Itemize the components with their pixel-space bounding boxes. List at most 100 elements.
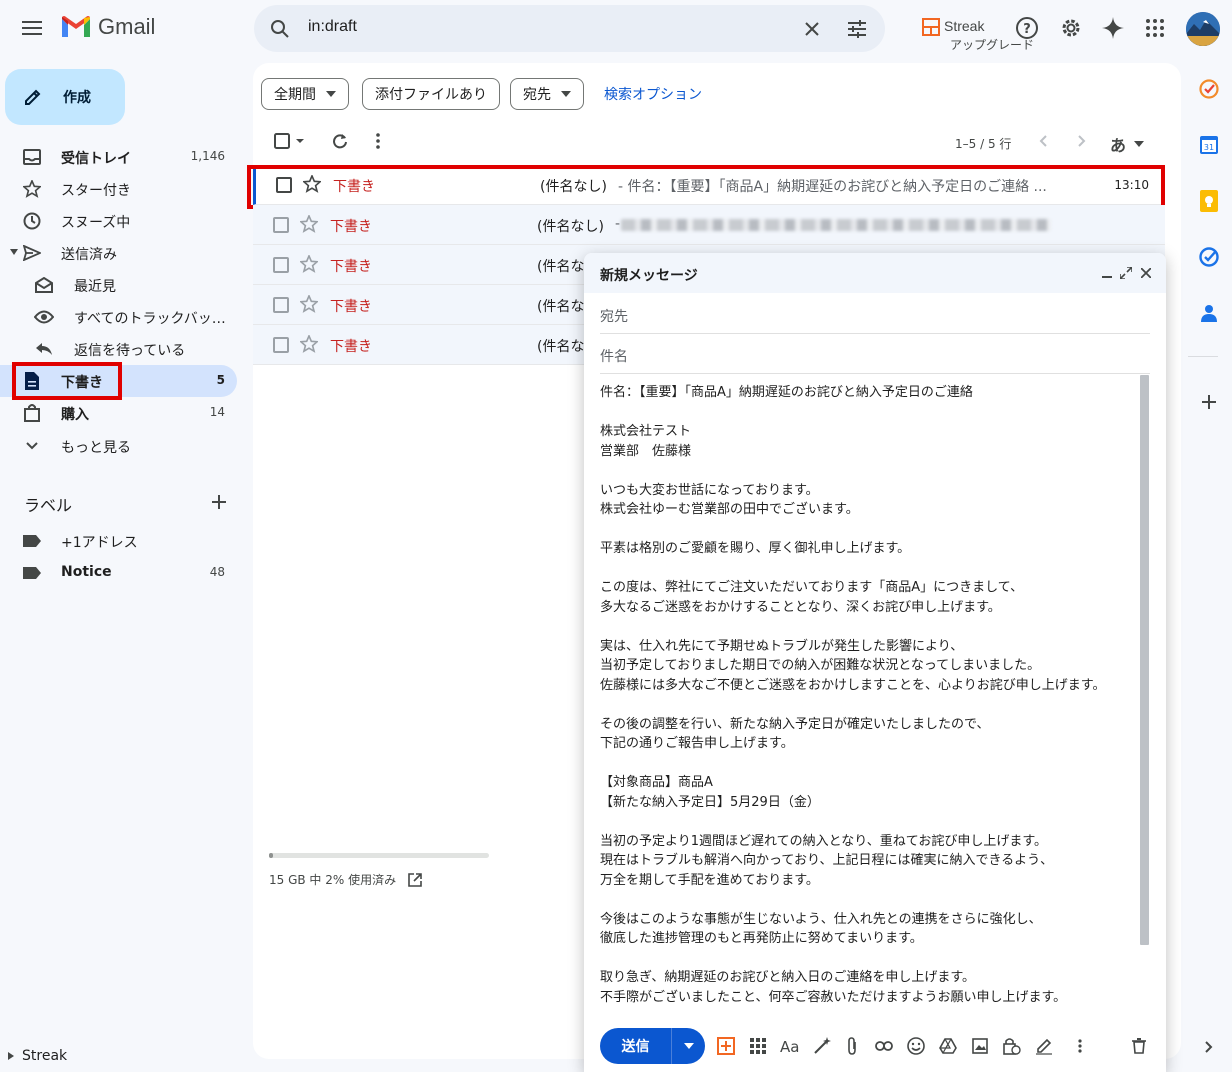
side-panel-keep[interactable] [1196, 188, 1222, 214]
body-line [600, 403, 1130, 423]
expand-icon [1120, 267, 1132, 279]
sidebar-label-plus-address[interactable]: +1アドレス [0, 525, 237, 557]
insert-link-button[interactable] [874, 1036, 894, 1056]
body-line: その後の調整を行い、新たな納入予定日が確定いたしましたので、 [600, 716, 990, 732]
star-icon[interactable] [300, 335, 318, 353]
drive-button[interactable] [938, 1036, 958, 1056]
filter-chip-to[interactable]: 宛先 [510, 78, 584, 110]
create-label-button[interactable] [207, 490, 231, 514]
open-external-icon[interactable] [408, 872, 422, 887]
fullscreen-button[interactable] [1117, 264, 1135, 282]
first-draft-highlight-box [247, 165, 1165, 209]
gmail-m-icon [62, 16, 90, 37]
body-line: 件名：【重要】「商品A」納期遅延のお詫びと納入予定日のご連絡 [600, 385, 973, 400]
avatar-image-icon [1186, 12, 1220, 46]
search-button[interactable] [264, 13, 296, 45]
side-panel-add-addon[interactable] [1196, 389, 1222, 415]
account-avatar[interactable] [1186, 12, 1220, 46]
older-page-button[interactable] [1070, 129, 1094, 153]
streak-upgrade-button[interactable]: Streak アップグレード [922, 18, 1034, 52]
chevron-left-icon [1039, 135, 1047, 147]
side-panel-tasks[interactable] [1196, 244, 1222, 270]
ai-write-button[interactable] [812, 1036, 832, 1056]
help-button[interactable]: ? [1011, 12, 1043, 44]
more-options-button[interactable] [1070, 1036, 1090, 1056]
sidebar-item-awaiting-reply[interactable]: 返信を待っている [0, 333, 237, 365]
send-button-group: 送信 [600, 1028, 705, 1064]
search-options-link[interactable]: 検索オプション [604, 84, 702, 104]
star-icon[interactable] [300, 215, 318, 233]
sidebar-item-starred[interactable]: スター付き [0, 173, 237, 205]
side-panel-tasks-check[interactable] [1196, 76, 1222, 102]
search-input[interactable]: in:draft [308, 18, 357, 36]
search-bar[interactable]: in:draft [254, 5, 885, 52]
to-field[interactable]: 宛先 [600, 294, 1150, 334]
sidebar-item-label: すべてのトラックバッ… [74, 311, 226, 327]
mail-row[interactable]: 下書き (件名なし) - [253, 205, 1165, 245]
apps-button[interactable] [1139, 12, 1171, 44]
expand-caret-icon[interactable] [10, 249, 18, 255]
unread-count: 48 [209, 565, 225, 579]
newer-page-button[interactable] [1031, 129, 1055, 153]
filter-chip-period[interactable]: 全期間 [261, 78, 349, 110]
plus-icon [1202, 395, 1216, 409]
formatting-button[interactable]: Aa [779, 1036, 803, 1056]
streak-sidebar-toggle[interactable]: Streak [8, 1048, 67, 1064]
sidebar-label-notice[interactable]: Notice 48 [0, 557, 237, 589]
row-checkbox[interactable] [273, 297, 289, 313]
side-panel-expand[interactable] [1196, 1034, 1222, 1060]
compose-button[interactable]: 作成 [5, 69, 125, 125]
gmail-logo[interactable]: Gmail [60, 14, 155, 40]
row-checkbox[interactable] [273, 217, 289, 233]
sidebar-item-recently-viewed[interactable]: 最近見 [0, 269, 237, 301]
sidebar-item-purchases[interactable]: 購入 14 [0, 397, 237, 429]
insert-photo-button[interactable] [970, 1036, 990, 1056]
subject-field[interactable]: 件名 [600, 334, 1150, 374]
sidebar-item-more[interactable]: もっと見る [0, 430, 237, 462]
compose-header[interactable]: 新規メッセージ [584, 253, 1166, 293]
refresh-button[interactable] [328, 129, 352, 153]
signature-button[interactable] [1034, 1036, 1054, 1056]
discard-draft-button[interactable] [1129, 1036, 1149, 1056]
streak-compose-button[interactable] [716, 1036, 736, 1056]
confidential-mode-button[interactable] [1002, 1036, 1022, 1056]
star-icon[interactable] [300, 255, 318, 273]
gemini-button[interactable] [1097, 12, 1129, 44]
side-panel-calendar[interactable]: 31 [1196, 132, 1222, 158]
clock-icon [22, 211, 42, 231]
close-compose-button[interactable] [1137, 264, 1155, 282]
body-line: いつも大変お世話になっております。 [600, 482, 819, 498]
row-checkbox[interactable] [273, 257, 289, 273]
compose-label: 作成 [63, 90, 91, 106]
streak-footer-label: Streak [22, 1048, 68, 1064]
minimize-button[interactable] [1098, 264, 1116, 282]
sidebar-item-snoozed[interactable]: スヌーズ中 [0, 205, 237, 237]
sidebar-item-all-tracked[interactable]: すべてのトラックバッ… [0, 301, 237, 333]
message-body[interactable]: 件名：【重要】「商品A」納期遅延のお詫びと納入予定日のご連絡 株式会社テスト 営業部… [600, 383, 1130, 1007]
sidebar-item-inbox[interactable]: 受信トレイ 1,146 [0, 141, 237, 173]
mail-subject: (件名なし) [537, 219, 604, 235]
clear-search-button[interactable] [796, 13, 828, 45]
more-actions-button[interactable] [366, 129, 390, 153]
side-panel-contacts[interactable] [1196, 300, 1222, 326]
select-all-checkbox[interactable] [269, 129, 309, 153]
body-line [600, 695, 1130, 715]
templates-button[interactable] [748, 1036, 768, 1056]
filter-chip-attachment[interactable]: 添付ファイルあり [362, 78, 500, 110]
send-button[interactable]: 送信 [600, 1028, 672, 1064]
body-scrollbar[interactable] [1140, 375, 1149, 945]
main-menu-button[interactable] [12, 8, 52, 48]
draft-label: 下書き [330, 259, 372, 275]
settings-button[interactable] [1055, 12, 1087, 44]
search-options-button[interactable] [841, 13, 873, 45]
emoji-button[interactable] [906, 1036, 926, 1056]
input-tools-button[interactable]: あ [1110, 132, 1145, 156]
svg-text:Aa: Aa [780, 1038, 799, 1054]
keep-bulb-icon [1200, 190, 1218, 212]
row-checkbox[interactable] [273, 337, 289, 353]
sidebar-item-sent[interactable]: 送信済み [0, 237, 237, 269]
send-options-button[interactable] [673, 1028, 705, 1064]
attach-button[interactable] [842, 1036, 862, 1056]
compose-title: 新規メッセージ [600, 268, 698, 284]
star-icon[interactable] [300, 295, 318, 313]
